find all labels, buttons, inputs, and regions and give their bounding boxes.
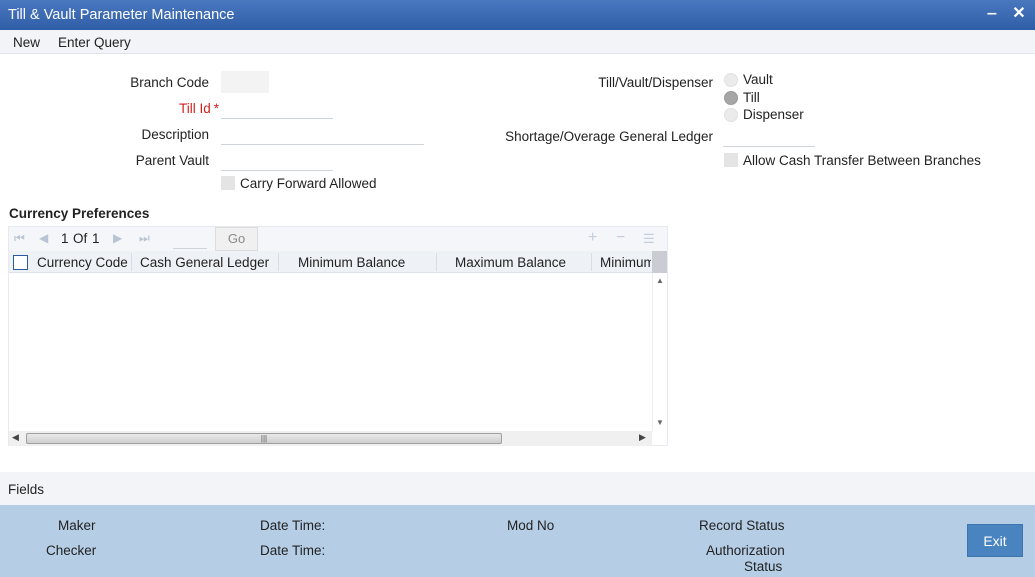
close-icon[interactable]: ✕ [1009, 4, 1029, 24]
scroll-corner [652, 251, 667, 273]
col-separator [131, 253, 132, 271]
menu-bar: New Enter Query [0, 30, 1035, 54]
col-separator [591, 253, 592, 271]
carry-forward-label: Carry Forward Allowed [240, 176, 377, 191]
branch-code-field[interactable] [221, 71, 269, 93]
allow-cash-transfer-checkbox[interactable] [724, 153, 738, 167]
exit-button[interactable]: Exit [967, 524, 1023, 557]
grid-pager: ⏮ ◀ 1 Of 1 ▶ ⏭ Go + − ☰ [9, 227, 667, 251]
add-row-icon[interactable]: + [588, 229, 597, 247]
page-current: 1 [61, 231, 69, 246]
vertical-scrollbar[interactable]: ▲ ▼ [652, 273, 667, 431]
branch-code-label: Branch Code [130, 75, 209, 90]
shortage-gl-field[interactable] [723, 125, 815, 147]
checker-label: Checker [46, 543, 97, 558]
radio-vault-label: Vault [743, 72, 773, 87]
description-label: Description [141, 127, 209, 142]
till-id-label-text: Till Id [178, 101, 211, 116]
audit-footer: Maker Checker Date Time: Date Time: Mod … [0, 505, 1035, 577]
mod-no-label: Mod No [507, 518, 555, 533]
col-minimum[interactable]: Minimum [600, 255, 651, 270]
col-separator [278, 253, 279, 271]
delete-row-icon[interactable]: − [616, 229, 625, 247]
page-jump-input[interactable] [173, 227, 207, 249]
scroll-left-icon[interactable]: ◀ [12, 432, 19, 443]
radio-till[interactable] [724, 91, 738, 105]
carry-forward-checkbox[interactable] [221, 176, 235, 190]
radio-dispenser[interactable] [724, 108, 738, 122]
maker-label: Maker [58, 518, 96, 533]
list-view-icon[interactable]: ☰ [643, 231, 655, 247]
menu-new[interactable]: New [13, 35, 40, 50]
grid-header: Currency Code Cash General Ledger Minimu… [9, 251, 667, 273]
go-button[interactable]: Go [215, 227, 258, 251]
select-all-checkbox[interactable] [13, 255, 28, 270]
parent-vault-field[interactable] [221, 149, 333, 171]
scroll-thumb[interactable]: ||| [26, 433, 502, 444]
currency-section-title: Currency Preferences [9, 206, 150, 221]
minimize-icon[interactable]: ‒ [982, 4, 1002, 24]
allow-cash-transfer-label: Allow Cash Transfer Between Branches [743, 153, 981, 168]
next-page-icon[interactable]: ▶ [113, 231, 122, 245]
scroll-up-icon[interactable]: ▲ [656, 276, 664, 285]
radio-vault[interactable] [724, 73, 738, 87]
description-field[interactable] [221, 123, 424, 145]
first-page-icon[interactable]: ⏮ [14, 231, 25, 246]
checker-datetime-label: Date Time: [260, 543, 326, 558]
fields-title[interactable]: Fields [8, 482, 44, 497]
parent-vault-label: Parent Vault [135, 153, 209, 168]
maker-datetime-label: Date Time: [260, 518, 326, 533]
radio-till-label: Till [743, 90, 760, 105]
type-label: Till/Vault/Dispenser [598, 75, 713, 90]
col-cash-gl[interactable]: Cash General Ledger [140, 255, 270, 270]
page-total: 1 [92, 231, 100, 246]
scroll-right-icon[interactable]: ▶ [639, 432, 646, 443]
radio-dispenser-label: Dispenser [743, 107, 804, 122]
col-min-balance[interactable]: Minimum Balance [298, 255, 418, 270]
horizontal-scrollbar[interactable]: ◀ ||| ▶ [9, 431, 652, 446]
col-currency-code[interactable]: Currency Code [37, 255, 129, 270]
prev-page-icon[interactable]: ◀ [39, 231, 48, 245]
currency-grid: ⏮ ◀ 1 Of 1 ▶ ⏭ Go + − ☰ Currency Code Ca… [8, 226, 668, 446]
window-title-bar: Till & Vault Parameter Maintenance ‒ ✕ [0, 0, 1035, 30]
till-id-label: Till Id * [179, 101, 219, 116]
shortage-gl-label: Shortage/Overage General Ledger [505, 129, 713, 144]
record-status-label: Record Status [699, 518, 785, 533]
till-id-field[interactable] [221, 97, 333, 119]
page-of-label: Of [73, 231, 88, 246]
scroll-down-icon[interactable]: ▼ [656, 418, 664, 427]
window-title: Till & Vault Parameter Maintenance [8, 7, 235, 23]
last-page-icon[interactable]: ⏭ [139, 231, 150, 246]
authorization-label: Authorization [706, 543, 785, 558]
fields-bar: Fields [0, 472, 1035, 505]
menu-enter-query[interactable]: Enter Query [58, 35, 131, 50]
col-max-balance[interactable]: Maximum Balance [455, 255, 575, 270]
col-separator [436, 253, 437, 271]
authorization-status-label: Status [744, 559, 783, 574]
required-mark: * [213, 101, 219, 116]
